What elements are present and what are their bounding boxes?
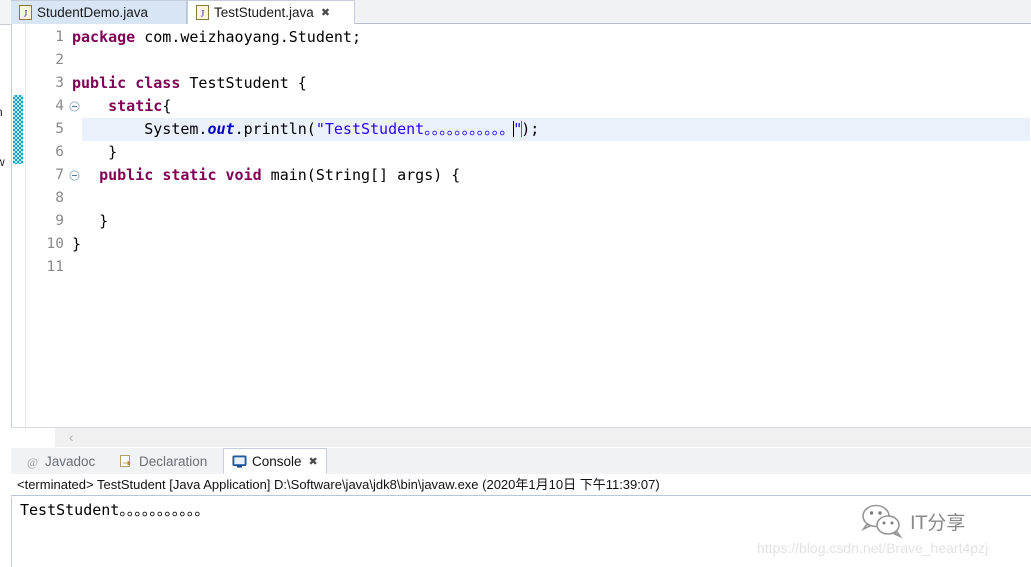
package-explorer-tabbar — [0, 0, 11, 25]
svg-text:J: J — [201, 9, 205, 19]
editor-tab-teststudent[interactable]: J TestStudent.java ✖ — [187, 0, 355, 24]
wechat-icon — [861, 504, 903, 539]
code-line-5[interactable]: System.out.println("TestStudent。。。。。。。。。… — [72, 118, 539, 141]
code-line-10[interactable]: } — [72, 233, 81, 256]
line-number: 6 — [55, 144, 64, 160]
keyword-void: void — [225, 166, 262, 184]
editor-tab-label: TestStudent.java — [214, 4, 314, 20]
field-out: out — [207, 120, 235, 138]
line-number: 9 — [55, 213, 64, 229]
java-file-icon: J — [19, 5, 32, 20]
code-text-area[interactable]: package com.weizhaoyang.Student; public … — [64, 24, 1031, 427]
csdn-url-watermark: https://blog.csdn.net/Brave_heart4pzj — [757, 540, 989, 556]
editor-tab-label: StudentDemo.java — [37, 4, 149, 20]
close-icon[interactable]: ✖ — [309, 455, 318, 468]
line-number: 7 — [55, 167, 64, 183]
editor-horizontal-scrollbar[interactable]: ‹ — [11, 427, 1031, 447]
tree-fragment: w — [0, 155, 5, 169]
class-name: TestStudent { — [180, 74, 307, 92]
tab-label: Declaration — [139, 453, 208, 469]
close-icon[interactable]: ✖ — [321, 1, 330, 25]
package-explorer-edge[interactable]: t n r w — [0, 0, 11, 567]
keyword-package: package — [72, 28, 136, 46]
string-literal: "TestStudent。。。。。。。。。。。 — [315, 120, 515, 138]
tab-console[interactable]: Console ✖ — [223, 448, 327, 474]
package-name: com.weizhaoyang.Student; — [135, 28, 361, 46]
closing-brace: } — [72, 235, 82, 253]
console-status-line: <terminated> TestStudent [Java Applicati… — [11, 474, 1031, 496]
keyword-class: class — [135, 74, 181, 92]
code-line-7[interactable]: public static void main(String[] args) { — [72, 164, 460, 187]
line-number: 2 — [55, 52, 64, 68]
closing-brace: } — [108, 143, 118, 161]
wechat-logo-watermark: IT分享 — [860, 503, 965, 539]
change-bar — [13, 95, 23, 164]
line-number: 10 — [46, 236, 64, 252]
line-number: 8 — [55, 190, 64, 206]
code-line-4[interactable]: static{ — [72, 95, 171, 118]
main-signature: main(String[] args) { — [261, 166, 461, 184]
brace: { — [162, 97, 172, 115]
svg-text:J: J — [24, 9, 28, 19]
chevron-left-icon[interactable]: ‹ — [69, 430, 74, 445]
tab-declaration[interactable]: Declaration — [111, 448, 215, 474]
statement-end: ); — [521, 120, 540, 138]
code-line-3[interactable]: public class TestStudent { — [72, 72, 307, 95]
println-call: .println( — [234, 120, 316, 138]
code-editor[interactable]: 1 2 3 4 5 6 7 8 9 10 11 package com.weiz… — [11, 24, 1031, 427]
keyword-public: public — [72, 74, 127, 92]
at-sign-icon: @ — [25, 454, 40, 469]
code-line-9[interactable]: } — [72, 210, 108, 233]
system-ref: System. — [144, 120, 208, 138]
line-number-gutter: 1 2 3 4 5 6 7 8 9 10 11 — [26, 24, 68, 427]
code-line-6[interactable]: } — [72, 141, 117, 164]
tab-label: Console — [252, 453, 302, 469]
tree-fragment: n — [0, 105, 3, 119]
package-explorer-tree[interactable]: t n r w — [0, 25, 11, 567]
code-line-1[interactable]: package com.weizhaoyang.Student; — [72, 26, 361, 49]
line-number: 1 — [55, 29, 64, 45]
tab-label: Javadoc — [45, 453, 96, 469]
keyword-public: public — [99, 166, 154, 184]
line-number: 5 — [55, 121, 64, 137]
editor-tabbar: J StudentDemo.java J TestStudent.java ✖ — [11, 0, 1031, 24]
scrollbar-gutter-cap — [11, 428, 55, 447]
tab-javadoc[interactable]: @ Javadoc — [17, 448, 103, 474]
svg-text:@: @ — [27, 455, 38, 469]
editor-tab-studentdemo[interactable]: J StudentDemo.java — [11, 0, 187, 24]
closing-brace: } — [99, 212, 109, 230]
watermark-logo-text: IT分享 — [910, 511, 966, 534]
bottom-tabbar: @ Javadoc Declaration Console ✖ — [11, 448, 1031, 475]
console-monitor-icon — [232, 454, 247, 469]
line-number: 3 — [55, 75, 64, 91]
java-file-icon: J — [196, 5, 209, 20]
declaration-icon — [119, 454, 134, 469]
change-ruler — [12, 24, 26, 427]
line-number: 11 — [46, 259, 64, 275]
keyword-static: static — [162, 166, 217, 184]
keyword-static: static — [108, 97, 163, 115]
line-number: 4 — [55, 98, 64, 114]
